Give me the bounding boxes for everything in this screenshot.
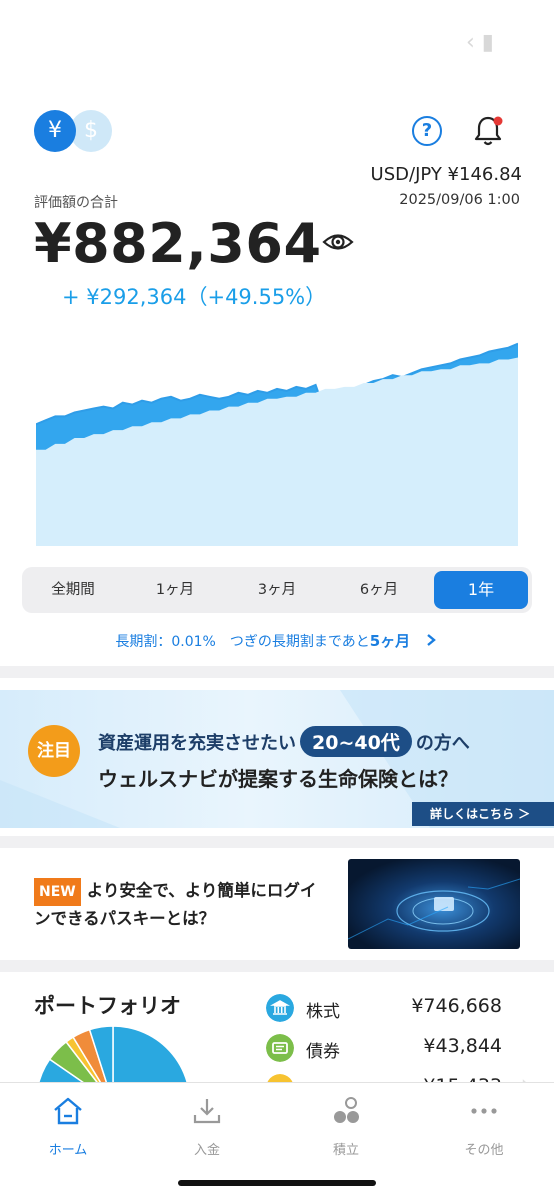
portfolio-title: ポートフォリオ (34, 994, 181, 1018)
banner-age-pill: 20~40代 (300, 726, 412, 757)
chevron-right-icon (426, 634, 436, 646)
nav-label: ホーム (48, 1143, 88, 1158)
dollar-icon[interactable]: $ (70, 110, 112, 152)
deposit-icon (193, 1099, 221, 1124)
banner-headline-prefix: 資産運用を充実させたい (98, 733, 296, 754)
long-term-discount-link[interactable]: 長期割：0.01% つぎの長期割まであと5ヶ月 (0, 630, 554, 651)
nav-deposit[interactable]: 入金 (157, 1095, 257, 1158)
portfolio-value: ¥43,844 (423, 1035, 502, 1057)
eye-icon[interactable] (322, 231, 354, 253)
period-tab[interactable]: 6ヶ月 (328, 567, 430, 613)
portfolio-row-bonds[interactable]: 債券 ¥43,844 (266, 1034, 502, 1064)
reserve-icon (334, 1097, 359, 1123)
insurance-banner[interactable]: 注目 資産運用を充実させたい 20~40代 の方へ ウェルスナビが提案する生命保険と… (0, 690, 554, 828)
section-divider (0, 666, 554, 678)
banner-details-button[interactable]: 詳しくはこちら ＞ (412, 802, 554, 826)
period-tabs: 全期間 1ヶ月 3ヶ月 6ヶ月 1年 (22, 567, 532, 613)
chart-principal-area (36, 357, 518, 546)
total-label: 評価額の合計 (34, 195, 118, 211)
notification-bell-icon[interactable] (472, 114, 504, 148)
long-term-months: 5ヶ月 (369, 632, 411, 650)
portfolio-value: ¥746,668 (411, 995, 502, 1017)
period-tab[interactable]: 1年 (434, 571, 528, 609)
new-badge: NEW (34, 878, 81, 906)
portfolio-name: 債券 (306, 1042, 340, 1062)
banner-subheadline: ウェルスナビが提案する生命保険とは？ (98, 767, 458, 791)
passkey-thumbnail (348, 859, 520, 949)
more-icon (471, 1108, 497, 1114)
fx-rate: USD/JPY ¥146.84 (370, 164, 522, 185)
home-icon (54, 1097, 82, 1125)
valuation-chart[interactable] (36, 330, 518, 546)
status-bar: ‹ ▮ (0, 0, 554, 80)
period-tab[interactable]: 1ヶ月 (124, 567, 226, 613)
nav-label: 積立 (332, 1143, 359, 1158)
bond-icon (266, 1034, 294, 1062)
banner-badge: 注目 (28, 725, 80, 777)
gain-amount: + ¥292,364（+49.55%） (62, 285, 327, 309)
help-icon[interactable]: ? (412, 116, 442, 146)
fx-date: 2025/09/06 1:00 (399, 192, 520, 208)
yen-icon[interactable]: ¥ (34, 110, 76, 152)
nav-label: 入金 (193, 1143, 220, 1158)
portfolio-row-stocks[interactable]: 株式 ¥746,668 (266, 994, 502, 1024)
banner-headline: 資産運用を充実させたい 20~40代 の方へ (98, 726, 470, 757)
portfolio-name: 株式 (306, 1002, 340, 1022)
nav-home[interactable]: ホーム (18, 1095, 118, 1158)
section-divider (0, 960, 554, 972)
long-term-text: 長期割：0.01% つぎの長期割まであと (115, 634, 370, 650)
banner-headline-suffix: の方へ (415, 733, 470, 754)
currency-toggle[interactable]: ¥ $ (34, 110, 114, 154)
status-indicator-icon: ‹ ▮ (466, 30, 494, 55)
period-tab[interactable]: 全期間 (22, 567, 124, 613)
total-amount: ¥882,364 (34, 212, 322, 275)
news-text: NEW より安全で、より簡単にログインできるパスキーとは？ (34, 878, 324, 932)
home-screen: ‹ ▮ ¥ $ ? USD/JPY ¥146.84 2025/09/06 1:0… (0, 0, 554, 1200)
passkey-news-card[interactable]: NEW より安全で、より簡単にログインできるパスキーとは？ (0, 848, 554, 958)
bank-icon (266, 994, 294, 1022)
home-indicator (178, 1180, 376, 1186)
nav-more[interactable]: その他 (434, 1095, 534, 1158)
section-divider (0, 836, 554, 848)
period-tab[interactable]: 3ヶ月 (226, 567, 328, 613)
nav-label: その他 (464, 1143, 504, 1158)
nav-reserve[interactable]: 積立 (296, 1095, 396, 1158)
